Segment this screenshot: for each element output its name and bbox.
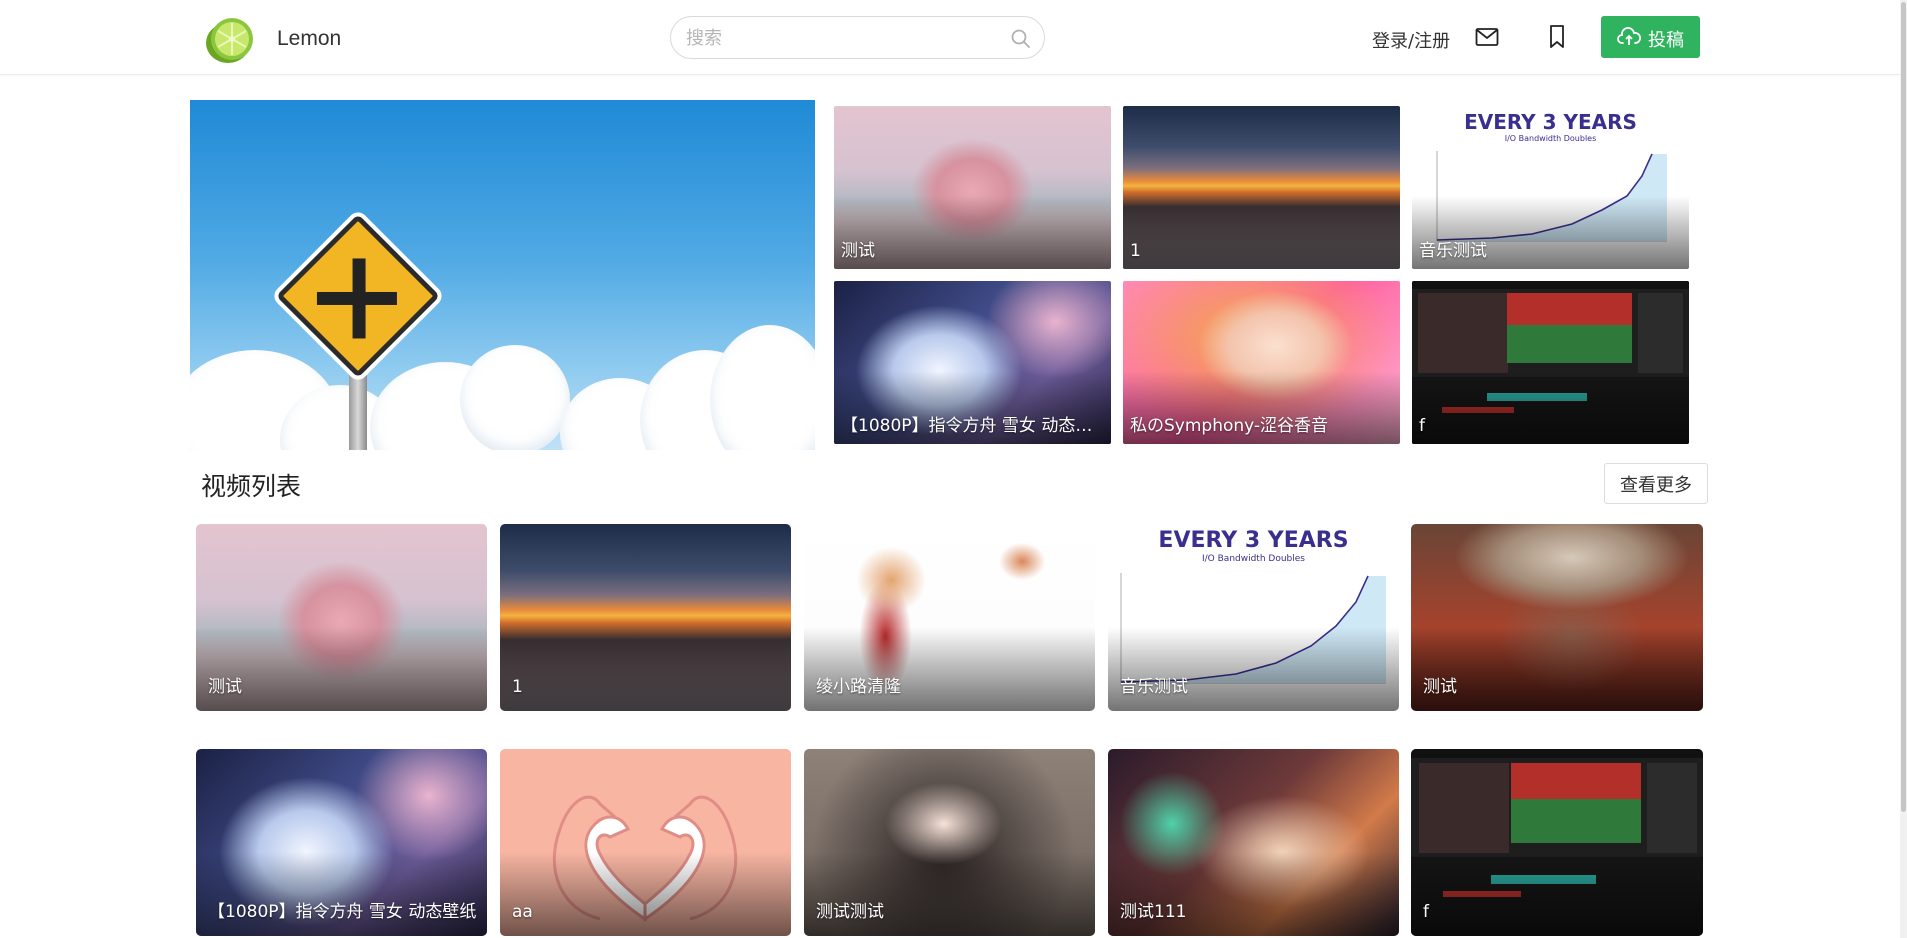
video-title: 绫小路清隆 — [816, 677, 901, 697]
video-card[interactable]: 绫小路清隆 — [804, 524, 1095, 711]
featured-title: 测试 — [841, 241, 875, 261]
video-card[interactable]: 测试111 — [1108, 749, 1399, 936]
scrollbar-thumb[interactable] — [1901, 2, 1906, 812]
featured-card[interactable]: 测试 — [834, 106, 1111, 269]
video-card[interactable]: 测试 — [1411, 524, 1703, 711]
video-title: 1 — [512, 677, 523, 697]
view-more-button[interactable]: 查看更多 — [1604, 463, 1708, 504]
carousel-next-button[interactable]: › — [757, 413, 787, 443]
video-card[interactable]: 测试测试 — [804, 749, 1095, 936]
video-list-title: 视频列表 — [201, 472, 302, 501]
banner-carousel[interactable]: ‹ › — [190, 100, 815, 450]
featured-card[interactable]: 1 — [1123, 106, 1400, 269]
lime-logo[interactable] — [202, 13, 258, 67]
login-register-link[interactable]: 登录/注册 — [1372, 27, 1450, 53]
brand-name[interactable]: Lemon — [277, 27, 341, 51]
page-scrollbar[interactable] — [1900, 0, 1907, 938]
video-card[interactable]: aa — [500, 749, 791, 936]
video-title: f — [1423, 902, 1429, 922]
featured-card[interactable]: f — [1412, 281, 1689, 444]
bookmark-icon[interactable] — [1546, 24, 1568, 50]
video-card[interactable]: EVERY 3 YEARS I/O Bandwidth Doubles 音乐测试 — [1108, 524, 1399, 711]
featured-title: f — [1419, 416, 1425, 436]
search-input[interactable] — [686, 25, 986, 51]
carousel-prev-button[interactable]: ‹ — [718, 413, 748, 443]
road-sign-image — [270, 208, 446, 384]
video-title: 测试测试 — [816, 902, 884, 922]
featured-card[interactable]: 私のSymphony-涩谷香音 — [1123, 281, 1400, 444]
chart-thumb-heading: EVERY 3 YEARS — [1158, 528, 1349, 553]
video-card[interactable]: 1 — [500, 524, 791, 711]
cloud-upload-icon — [1617, 27, 1641, 45]
search-box — [670, 16, 1045, 59]
chart-thumb-subheading: I/O Bandwidth Doubles — [1504, 134, 1597, 143]
featured-title: 1 — [1130, 241, 1141, 261]
video-card[interactable]: 【1080P】指令方舟 雪女 动态壁纸 — [196, 749, 487, 936]
upload-label: 投稿 — [1648, 30, 1684, 51]
video-card[interactable]: f — [1411, 749, 1703, 936]
featured-title: 音乐测试 — [1419, 241, 1487, 261]
carousel-dot-1[interactable] — [216, 430, 225, 439]
featured-card[interactable]: EVERY 3 YEARS I/O Bandwidth Doubles 音乐测试 — [1412, 106, 1689, 269]
chart-thumb-heading: EVERY 3 YEARS — [1464, 110, 1637, 134]
carousel-dot-2[interactable] — [233, 430, 242, 439]
featured-card[interactable]: 【1080P】指令方舟 雪女 动态壁纸 — [834, 281, 1111, 444]
video-title: 音乐测试 — [1120, 677, 1188, 697]
video-title: aa — [512, 902, 533, 922]
top-header: Lemon 登录/注册 投稿 — [0, 0, 1907, 75]
mail-icon[interactable] — [1475, 26, 1499, 48]
chart-thumb-subheading: I/O Bandwidth Doubles — [1202, 554, 1305, 564]
search-icon[interactable] — [1010, 28, 1032, 50]
video-title: 测试111 — [1120, 902, 1187, 922]
featured-title: 私のSymphony-涩谷香音 — [1130, 416, 1329, 436]
video-title: 【1080P】指令方舟 雪女 动态壁纸 — [208, 902, 477, 922]
video-title: 测试 — [208, 677, 242, 697]
upload-button[interactable]: 投稿 — [1601, 16, 1700, 58]
video-card[interactable]: 测试 — [196, 524, 487, 711]
featured-title: 【1080P】指令方舟 雪女 动态壁纸 — [841, 416, 1105, 436]
video-title: 测试 — [1423, 677, 1457, 697]
